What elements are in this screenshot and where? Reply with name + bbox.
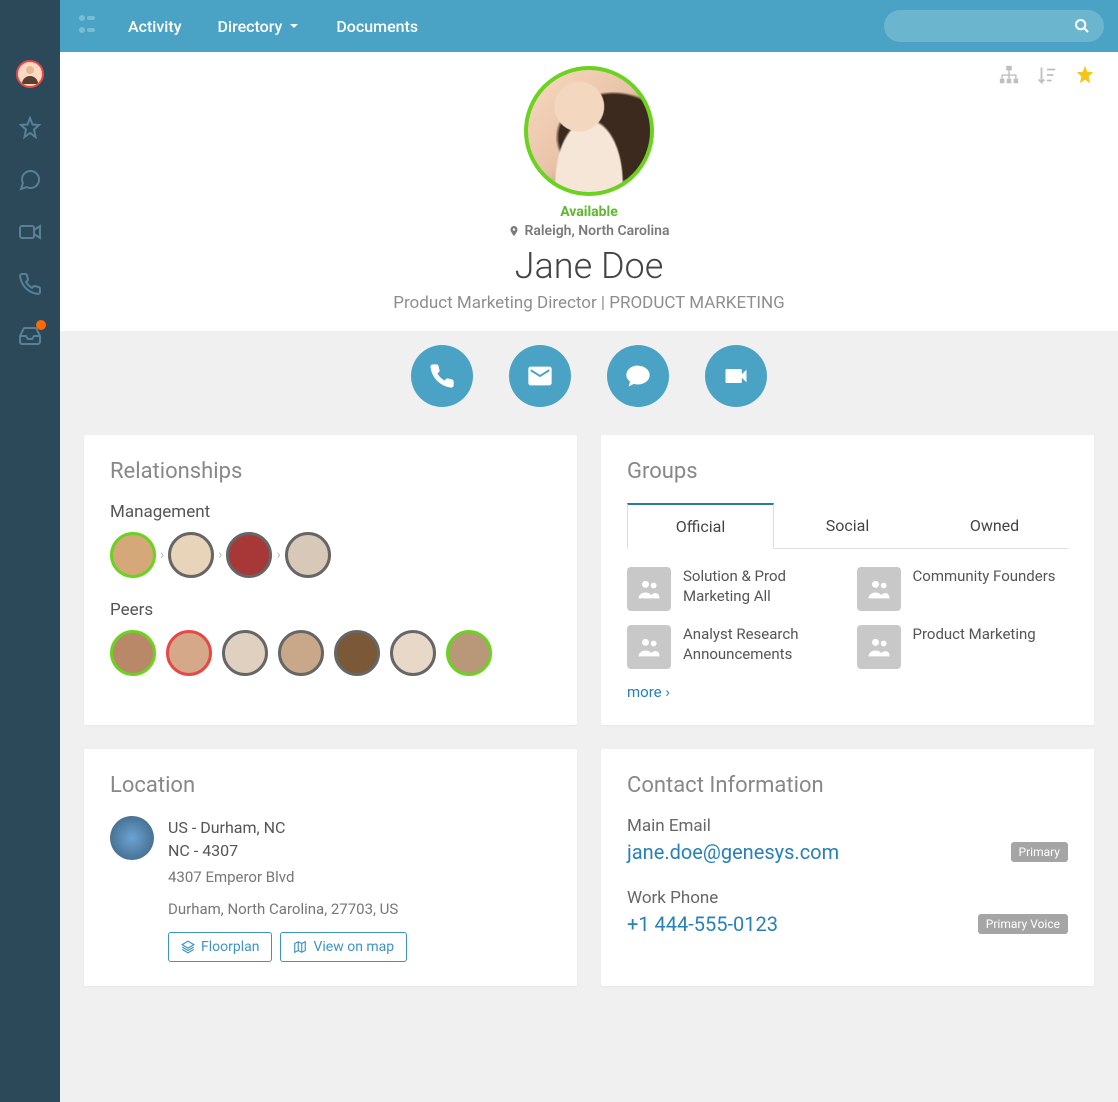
map-icon <box>293 940 307 954</box>
peer-avatar[interactable] <box>446 630 492 676</box>
management-avatar[interactable] <box>168 532 214 578</box>
app-logo-icon[interactable] <box>74 12 98 40</box>
view-map-label: View on map <box>313 939 394 955</box>
floorplan-label: Floorplan <box>201 939 259 955</box>
peer-avatar[interactable] <box>166 630 212 676</box>
group-name: Solution & Prod Marketing All <box>683 567 839 606</box>
sidebar-user-avatar[interactable] <box>16 60 44 88</box>
layers-icon <box>181 940 195 954</box>
chat-button[interactable] <box>607 345 669 407</box>
status-text: Available <box>560 204 618 220</box>
group-item[interactable]: Analyst Research Announcements <box>627 625 839 669</box>
pin-icon <box>508 224 520 238</box>
sidebar-phone-icon[interactable] <box>18 272 42 296</box>
favorite-star-icon[interactable] <box>1074 64 1096 86</box>
group-icon <box>627 567 671 611</box>
location-thumbnail[interactable] <box>110 816 154 860</box>
management-avatar[interactable] <box>285 532 331 578</box>
sidebar-favorites-icon[interactable] <box>18 116 42 140</box>
groups-card: Groups Official Social Owned Solution & … <box>601 435 1094 725</box>
location-line1: US - Durham, NC <box>168 816 407 839</box>
phone-label: Work Phone <box>627 888 1068 908</box>
view-map-button[interactable]: View on map <box>280 932 407 962</box>
location-line2: NC - 4307 <box>168 839 407 862</box>
nav-directory-label: Directory <box>218 17 283 36</box>
action-row <box>60 331 1118 435</box>
tab-official[interactable]: Official <box>627 503 774 549</box>
relationships-card: Relationships Management › › › Peers <box>84 435 577 725</box>
floorplan-button[interactable]: Floorplan <box>168 932 272 962</box>
management-avatar[interactable] <box>110 532 156 578</box>
org-chart-icon[interactable] <box>998 64 1020 86</box>
notification-dot <box>36 320 46 330</box>
call-button[interactable] <box>411 345 473 407</box>
tab-owned[interactable]: Owned <box>921 503 1068 549</box>
sidebar-chat-icon[interactable] <box>18 168 42 192</box>
tab-social[interactable]: Social <box>774 503 921 549</box>
phone-badge: Primary Voice <box>978 914 1068 934</box>
search-icon <box>1074 18 1090 34</box>
top-navbar: Activity Directory Documents <box>60 0 1118 52</box>
management-label: Management <box>110 502 551 522</box>
chevron-right-icon: › <box>158 547 166 563</box>
peers-label: Peers <box>110 600 551 620</box>
profile-location-text: Raleigh, North Carolina <box>524 223 669 239</box>
nav-activity[interactable]: Activity <box>114 9 196 44</box>
left-sidebar <box>0 0 60 1102</box>
chevron-right-icon: › <box>216 547 224 563</box>
nav-documents[interactable]: Documents <box>322 9 432 44</box>
video-button[interactable] <box>705 345 767 407</box>
profile-name: Jane Doe <box>515 245 664 287</box>
person-icon <box>18 62 42 86</box>
group-icon <box>857 625 901 669</box>
group-icon <box>857 567 901 611</box>
phone-value[interactable]: +1 444-555-0123 <box>627 912 778 936</box>
sidebar-inbox-icon[interactable] <box>18 324 42 348</box>
email-label: Main Email <box>627 816 1068 836</box>
chevron-down-icon <box>288 20 300 32</box>
email-value[interactable]: jane.doe@genesys.com <box>627 840 839 864</box>
management-avatar[interactable] <box>226 532 272 578</box>
location-addr1: 4307 Emperor Blvd <box>168 868 407 886</box>
peer-avatar[interactable] <box>110 630 156 676</box>
contact-card: Contact Information Main Email jane.doe@… <box>601 749 1094 986</box>
group-item[interactable]: Product Marketing <box>857 625 1069 669</box>
peer-avatar[interactable] <box>390 630 436 676</box>
group-icon <box>627 625 671 669</box>
profile-location: Raleigh, North Carolina <box>508 223 669 239</box>
peer-avatar[interactable] <box>222 630 268 676</box>
peer-avatar[interactable] <box>278 630 324 676</box>
search-input[interactable] <box>884 10 1104 42</box>
nav-directory[interactable]: Directory <box>204 9 315 44</box>
relationships-title: Relationships <box>110 459 551 484</box>
location-addr2: Durham, North Carolina, 27703, US <box>168 900 407 918</box>
group-name: Analyst Research Announcements <box>683 625 839 664</box>
group-item[interactable]: Solution & Prod Marketing All <box>627 567 839 611</box>
group-item[interactable]: Community Founders <box>857 567 1069 611</box>
location-title: Location <box>110 773 551 798</box>
groups-title: Groups <box>627 459 1068 484</box>
profile-avatar[interactable] <box>524 66 654 196</box>
chevron-right-icon: › <box>274 547 282 563</box>
sidebar-video-icon[interactable] <box>18 220 42 244</box>
sort-icon[interactable] <box>1036 64 1058 86</box>
profile-title: Product Marketing Director | PRODUCT MAR… <box>393 293 785 313</box>
email-button[interactable] <box>509 345 571 407</box>
group-name: Product Marketing <box>913 625 1036 645</box>
groups-more-link[interactable]: more › <box>627 683 1068 701</box>
contact-title: Contact Information <box>627 773 1068 798</box>
peer-avatar[interactable] <box>334 630 380 676</box>
email-badge: Primary <box>1011 842 1068 862</box>
group-name: Community Founders <box>913 567 1056 587</box>
profile-header: Available Raleigh, North Carolina Jane D… <box>60 52 1118 435</box>
location-card: Location US - Durham, NC NC - 4307 4307 … <box>84 749 577 986</box>
